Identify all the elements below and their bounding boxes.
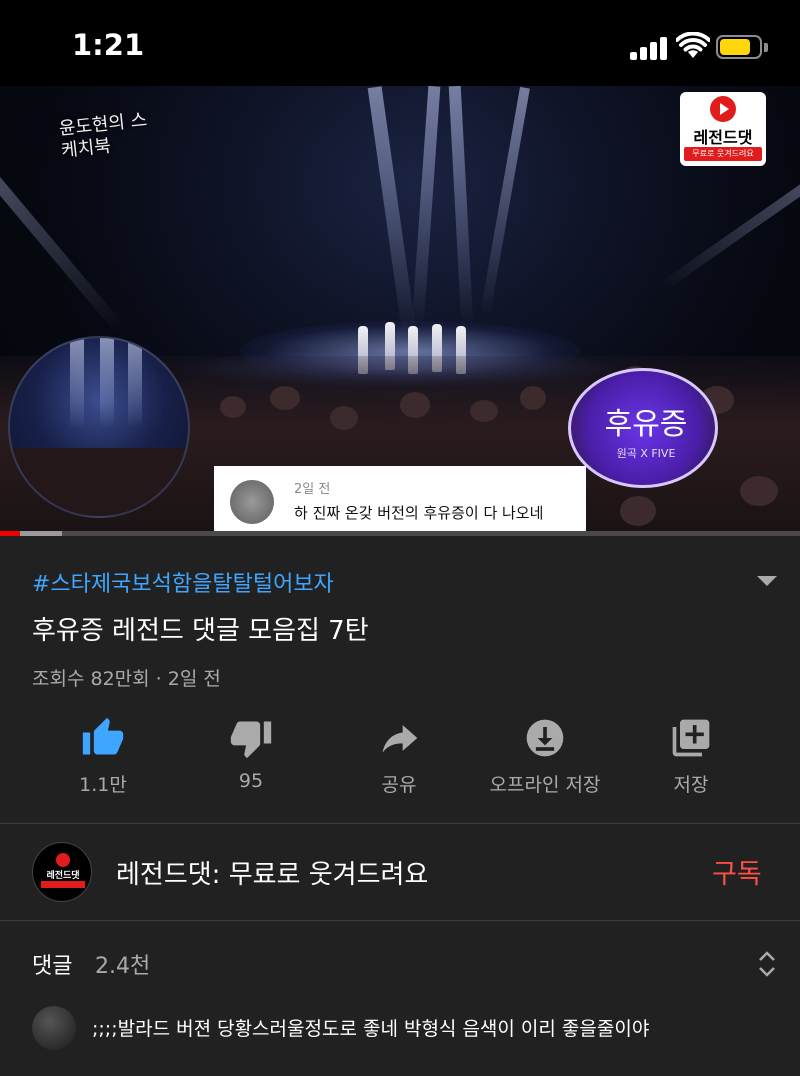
like-count: 1.1만 [79, 774, 127, 796]
inset-circle-clip [8, 336, 190, 518]
avatar[interactable] [32, 1006, 76, 1050]
play-icon [56, 853, 70, 867]
divider [0, 920, 800, 921]
spotlight-beam [480, 86, 530, 316]
dislike-count: 95 [238, 770, 264, 792]
avatar [230, 480, 274, 524]
hashtag-link[interactable]: #스타제국보석함을탈탈털어보자 [32, 566, 334, 598]
channel-name[interactable]: 레전드댓: 무료로 웃겨드려요 [116, 854, 428, 891]
cellular-signal-icon [630, 36, 670, 60]
like-button[interactable]: 1.1만 [28, 712, 178, 812]
download-label: 오프라인 저장 [489, 774, 601, 796]
channel-watermark: 레전드댓 무료로 웃겨드려요 [680, 92, 766, 166]
battery-icon [716, 35, 762, 59]
expand-comments-icon[interactable] [755, 948, 779, 980]
spotlight-beam [658, 180, 800, 292]
spotlight-beam [448, 86, 474, 327]
audience-head [330, 406, 358, 430]
spotlight-beam [367, 86, 417, 336]
channel-avatar-tag [41, 881, 85, 888]
comments-count: 2.4천 [95, 954, 151, 979]
download-button[interactable]: 오프라인 저장 [470, 712, 620, 812]
status-bar: 1:21 [0, 0, 800, 86]
song-title-badge: 후유증 원곡 X FIVE [568, 368, 718, 488]
battery-level [720, 39, 750, 55]
channel-avatar-name: 레전드댓 [46, 871, 80, 881]
share-button[interactable]: 공유 [324, 712, 474, 812]
video-player[interactable]: 윤도현의 스케치북 레전드댓 무료로 웃겨드려요 후유증 원곡 X FIVE 2… [0, 86, 800, 533]
spotlight-beam [411, 86, 441, 327]
video-meta: 조회수 82만회 · 2일 전 [32, 668, 221, 690]
audience-head [400, 392, 430, 418]
audience-head [470, 400, 498, 422]
song-title: 후유증 [604, 407, 688, 442]
expand-description-icon[interactable] [757, 576, 777, 586]
comments-header[interactable]: 댓글 [32, 948, 72, 980]
video-title: 후유증 레전드 댓글 모음집 7탄 [32, 616, 369, 646]
play-icon [710, 96, 736, 122]
thumbs-down-icon [230, 721, 272, 759]
share-label: 공유 [381, 774, 417, 796]
progress-buffered [20, 531, 63, 536]
subscribe-button[interactable]: 구독 [712, 852, 762, 891]
share-icon [382, 725, 418, 753]
spotlight-beam [128, 338, 142, 428]
audience [10, 448, 188, 516]
spotlight-beam [0, 149, 125, 333]
save-label: 저장 [673, 774, 709, 796]
avatar[interactable]: 레전드댓 [32, 842, 92, 902]
channel-watermark-name: 레전드댓 [693, 128, 753, 147]
show-watermark: 윤도현의 스케치북 [57, 109, 149, 162]
thumbs-up-icon [82, 717, 124, 755]
progress-bar[interactable] [0, 531, 800, 536]
song-artist: 원곡 X FIVE [616, 447, 676, 460]
channel-row[interactable]: 레전드댓 레전드댓: 무료로 웃겨드려요 구독 [0, 824, 800, 920]
spotlight-beam [100, 338, 114, 428]
status-time: 1:21 [72, 28, 145, 62]
audience-head [220, 396, 246, 418]
comment-text: ;;;;발라드 버젼 당황스러울정도로 좋네 박형식 음색이 이리 좋을줄이야 [92, 1018, 650, 1040]
add-to-playlist-icon [672, 719, 710, 757]
download-icon [526, 719, 564, 757]
dislike-button[interactable]: 95 [176, 712, 326, 812]
audience-head [740, 476, 778, 506]
audience-head [270, 386, 300, 410]
overlay-comment-time: 2일 전 [294, 482, 331, 497]
spotlight-beam [70, 338, 84, 428]
action-bar: 1.1만 95 공유 오프라인 저장 저장 [0, 712, 800, 812]
wifi-icon [676, 32, 710, 58]
battery-cap [764, 43, 768, 52]
audience-head [520, 386, 546, 410]
overlay-comment-card: 2일 전 하 진짜 온갖 버전의 후유증이 다 나오네 [214, 466, 586, 533]
overlay-comment-text: 하 진짜 온갖 버전의 후유증이 다 나오네 [294, 504, 544, 522]
channel-watermark-tagline: 무료로 웃겨드려요 [684, 147, 762, 161]
save-to-playlist-button[interactable]: 저장 [616, 712, 766, 812]
audience-head [620, 496, 656, 526]
progress-played [0, 531, 20, 536]
